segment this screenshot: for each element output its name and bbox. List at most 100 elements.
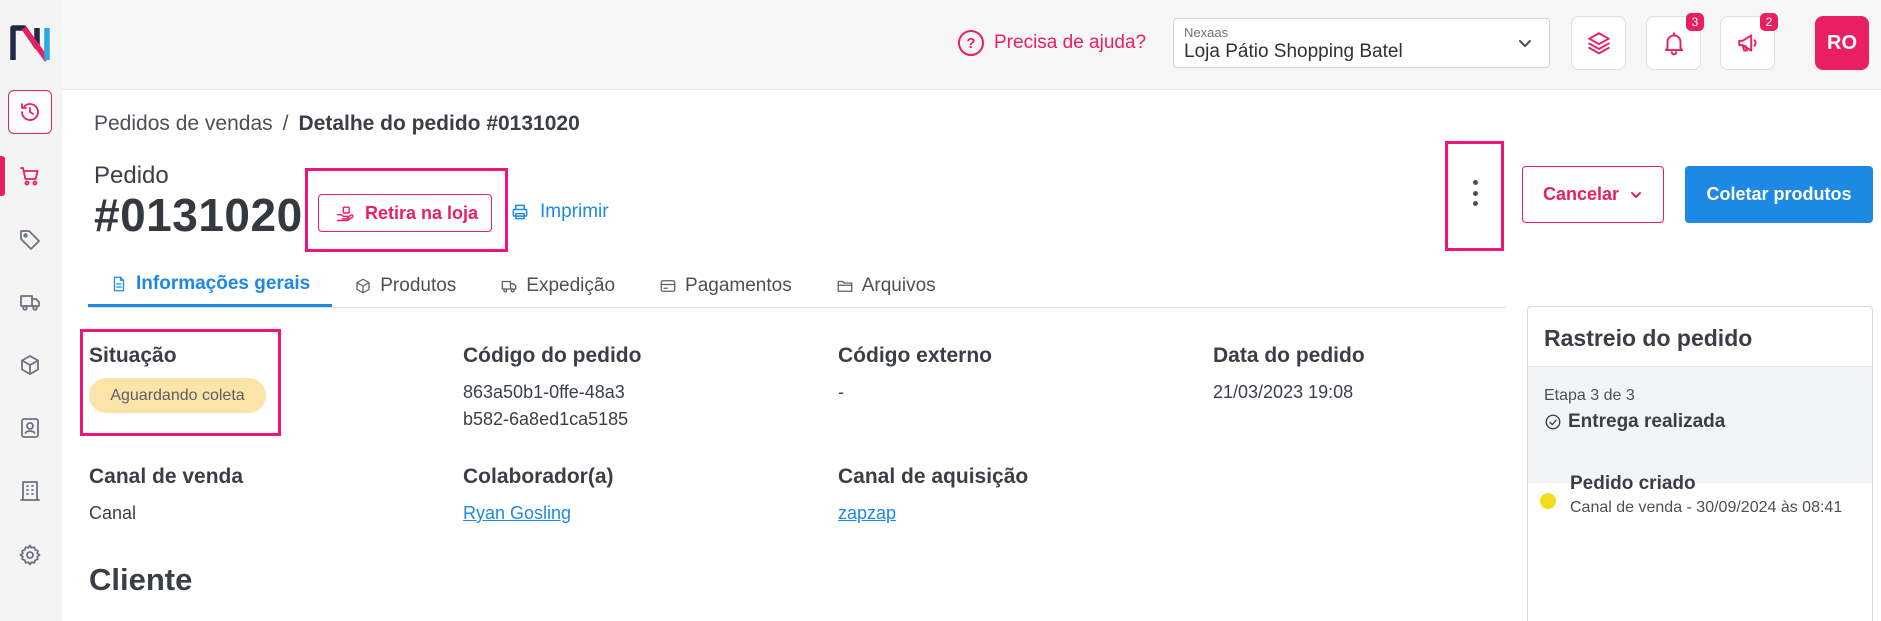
sidebar-active-indicator — [0, 156, 5, 196]
sidebar-item-sales[interactable] — [8, 154, 52, 198]
order-date-value: 21/03/2023 19:08 — [1213, 382, 1354, 402]
tracking-event-content: Pedido criado Canal de venda - 30/09/202… — [1570, 473, 1842, 517]
notifications-button[interactable]: 3 — [1646, 13, 1704, 70]
external-code-value: - — [838, 382, 844, 402]
layers-icon — [1587, 32, 1610, 55]
tab-general-info[interactable]: Informações gerais — [88, 264, 333, 307]
help-link[interactable]: ? Precisa de ajuda? — [958, 30, 1146, 56]
help-label: Precisa de ajuda? — [994, 32, 1147, 53]
box-icon — [21, 355, 39, 375]
order-label: Pedido — [94, 162, 169, 189]
acquisition-channel-link[interactable]: zapzap — [838, 503, 896, 524]
cancel-button[interactable]: Cancelar — [1522, 166, 1664, 223]
event-status-dot — [1540, 493, 1556, 509]
building-icon — [20, 481, 40, 501]
tracking-step: Etapa 3 de 3 Entrega realizada — [1528, 367, 1872, 483]
tracking-panel: Rastreio do pedido Etapa 3 de 3 Entrega … — [1527, 306, 1873, 621]
order-number: #0131020 — [94, 189, 303, 241]
status-label: Situação — [89, 344, 177, 367]
user-avatar[interactable]: RO — [1815, 16, 1869, 70]
document-icon — [113, 276, 125, 292]
tracking-step-counter: Etapa 3 de 3 — [1544, 387, 1635, 404]
store-select-label: Nexaas — [1184, 25, 1229, 40]
collect-products-button[interactable]: Coletar produtos — [1685, 166, 1873, 223]
tracking-event-title: Pedido criado — [1570, 473, 1696, 494]
tracking-event-subtitle: Canal de venda - 30/09/2024 às 08:41 — [1570, 499, 1843, 516]
hand-package-icon — [336, 206, 354, 222]
announcements-button[interactable]: 2 — [1720, 13, 1778, 70]
tab-label: Pagamentos — [685, 274, 792, 296]
sidebar-item-stores[interactable] — [8, 469, 52, 513]
cancel-button-label: Cancelar — [1542, 184, 1620, 204]
status-badge: Aguardando coleta — [89, 378, 266, 413]
more-options-button[interactable] — [1462, 176, 1488, 210]
top-header: ? Precisa de ajuda? Nexaas Loja Pátio Sh… — [62, 0, 1881, 90]
sales-channel-value: Canal — [89, 503, 137, 523]
tab-files[interactable]: Arquivos — [814, 264, 958, 307]
order-code-line: 863a50b1-0ffe-48a3 — [463, 382, 625, 402]
printer-icon — [512, 204, 528, 220]
order-date-label: Data do pedido — [1213, 344, 1365, 367]
sidebar-item-products[interactable] — [8, 217, 52, 261]
tab-shipping[interactable]: Expedição — [478, 264, 637, 307]
breadcrumb-parent[interactable]: Pedidos de vendas — [94, 112, 273, 135]
chevron-down-icon — [1519, 40, 1531, 47]
layers-button[interactable] — [1571, 16, 1626, 70]
sidebar-item-shipping[interactable] — [8, 280, 52, 324]
tracking-step-name: Entrega realizada — [1568, 411, 1726, 432]
sidebar — [0, 0, 62, 621]
pickup-badge[interactable]: Retira na loja — [318, 194, 492, 232]
tab-label: Produtos — [380, 274, 457, 296]
print-link[interactable]: Imprimir — [510, 201, 609, 223]
sidebar-item-history[interactable] — [8, 90, 52, 134]
tab-label: Informações gerais — [136, 273, 311, 294]
truck-icon — [501, 280, 517, 292]
tracking-step-status: Entrega realizada — [1544, 411, 1856, 433]
megaphone-icon — [1737, 34, 1757, 52]
box-icon — [356, 278, 370, 293]
user-badge-icon — [21, 418, 39, 438]
chevron-down-icon — [1631, 191, 1642, 198]
collaborator-link[interactable]: Ryan Gosling — [463, 503, 571, 524]
sales-channel-label: Canal de venda — [89, 465, 244, 488]
breadcrumb-current: Detalhe do pedido #0131020 — [298, 112, 580, 135]
order-code-value: 863a50b1-0ffe-48a3 b582-6a8ed1ca5185 — [463, 379, 628, 433]
credit-card-icon — [660, 279, 676, 292]
sidebar-item-customers[interactable] — [8, 406, 52, 450]
tracking-event: Pedido criado Canal de venda - 30/09/202… — [1540, 473, 1842, 517]
bell-icon — [1664, 32, 1683, 56]
app-logo[interactable] — [10, 22, 50, 64]
help-icon: ? — [958, 30, 984, 56]
folder-icon — [837, 280, 853, 292]
sidebar-item-settings[interactable] — [8, 533, 52, 577]
tab-label: Arquivos — [861, 274, 936, 296]
print-label: Imprimir — [540, 201, 609, 222]
notifications-badge: 3 — [1686, 13, 1704, 31]
sidebar-item-inventory[interactable] — [8, 343, 52, 387]
breadcrumb: Pedidos de vendas / Detalhe do pedido #013… — [94, 112, 580, 136]
tracking-title: Rastreio do pedido — [1528, 307, 1872, 367]
tab-products[interactable]: Produtos — [332, 264, 478, 307]
kebab-dot — [1472, 180, 1478, 185]
cart-icon — [20, 167, 39, 186]
order-code-label: Código do pedido — [463, 344, 642, 367]
gear-icon — [19, 544, 41, 566]
kebab-dot — [1472, 201, 1478, 206]
store-select-value: Loja Pátio Shopping Batel — [1184, 41, 1403, 62]
tab-label: Expedição — [526, 274, 616, 296]
order-tabs: Informações gerais Produtos Expedição Pa… — [88, 264, 1506, 308]
breadcrumb-separator: / — [282, 112, 289, 135]
client-section-title: Cliente — [89, 562, 193, 597]
store-select[interactable]: Nexaas Loja Pátio Shopping Batel — [1173, 18, 1550, 68]
truck-icon — [20, 295, 40, 311]
history-icon — [21, 103, 39, 121]
announcements-badge: 2 — [1760, 13, 1778, 31]
kebab-dot — [1472, 190, 1478, 196]
acquisition-channel-label: Canal de aquisição — [838, 465, 1029, 488]
collaborator-label: Colaborador(a) — [463, 465, 614, 488]
tab-payments[interactable]: Pagamentos — [637, 264, 814, 307]
tag-icon — [20, 230, 40, 250]
external-code-label: Código externo — [838, 344, 993, 367]
order-code-line: b582-6a8ed1ca5185 — [463, 409, 629, 429]
pickup-badge-label: Retira na loja — [365, 202, 479, 223]
